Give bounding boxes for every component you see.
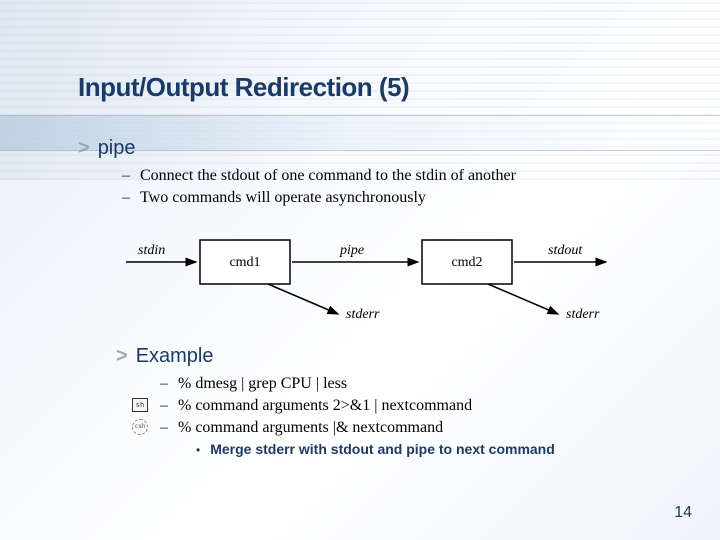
pipe-diagram: stdin cmd1 pipe cmd2 stdout stderr stder… [118,222,650,327]
chevron-icon: > [78,137,90,160]
list-item: sh – % command arguments 2>&1 | nextcomm… [160,396,650,416]
list-item: – Connect the stdout of one command to t… [122,166,650,186]
list-item: – % dmesg | grep CPU | less [160,374,650,394]
pipe-bullets: – Connect the stdout of one command to t… [122,166,650,208]
section-example-title: Example [136,345,214,368]
nested-text: Merge stderr with stdout and pipe to nex… [210,440,555,458]
list-item: – Two commands will operate asynchronous… [122,188,650,208]
dash-icon: – [160,374,168,394]
slide-content: Input/Output Redirection (5) > pipe – Co… [0,0,720,460]
dash-icon: – [160,418,168,438]
stderr-label: stderr [346,307,380,322]
section-example: > Example – % dmesg | grep CPU | less sh… [116,345,650,460]
list-item: • Merge stderr with stdout and pipe to n… [196,440,650,460]
dash-icon: – [122,188,130,208]
nested-bullets: • Merge stderr with stdout and pipe to n… [196,440,650,460]
cmd2-label: cmd2 [451,255,482,270]
example-text: % command arguments |& nextcommand [178,418,443,438]
section-example-head: > Example [116,345,650,368]
cmd1-label: cmd1 [229,255,260,270]
stdin-label: stdin [138,243,165,258]
stdout-label: stdout [548,243,583,258]
bullet-text: Two commands will operate asynchronously [140,188,426,208]
list-item: csh – % command arguments |& nextcommand [160,418,650,438]
csh-shell-icon: csh [132,419,148,435]
example-text: % command arguments 2>&1 | nextcommand [178,396,472,416]
section-pipe-head: > pipe [78,137,650,160]
pipe-label: pipe [339,243,364,258]
example-bullets: – % dmesg | grep CPU | less sh – % comma… [160,374,650,438]
sh-shell-icon: sh [132,398,148,412]
slide-title: Input/Output Redirection (5) [78,72,650,103]
chevron-icon: > [116,345,128,368]
bullet-dot-icon: • [196,440,200,460]
section-pipe-title: pipe [98,137,136,160]
page-number: 14 [674,504,692,522]
section-pipe: > pipe – Connect the stdout of one comma… [78,137,650,208]
stderr-label-2: stderr [566,307,600,322]
example-text: % dmesg | grep CPU | less [178,374,347,394]
dash-icon: – [160,396,168,416]
bullet-text: Connect the stdout of one command to the… [140,166,516,186]
dash-icon: – [122,166,130,186]
diagram-svg: stdin cmd1 pipe cmd2 stdout stderr stder… [118,222,658,322]
